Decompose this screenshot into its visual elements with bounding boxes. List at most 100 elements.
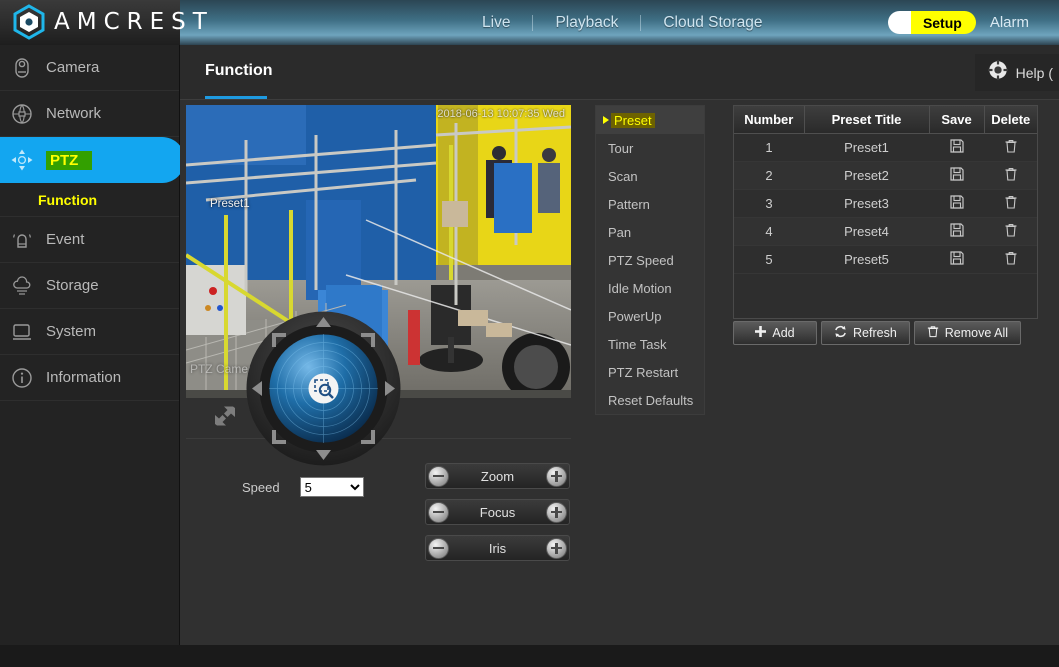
column-header-preset-title: Preset Title	[804, 106, 930, 134]
cell-save	[929, 245, 984, 274]
sidebar-item-storage[interactable]: Storage	[0, 263, 179, 309]
camera-icon	[10, 56, 34, 80]
sidebar-item-label: Event	[46, 231, 85, 248]
cell-preset-title[interactable]: Preset1	[804, 133, 929, 162]
focus-control-row: Focus	[425, 499, 570, 525]
amcrest-hexagon-logo	[12, 4, 46, 40]
iris-label: Iris	[488, 540, 507, 556]
function-item-idle-motion[interactable]: Idle Motion	[596, 274, 704, 302]
add-button-label: Add	[772, 326, 795, 340]
trash-delete-icon[interactable]	[1004, 167, 1018, 184]
refresh-button-label: Refresh	[853, 326, 897, 340]
nav-link-playback[interactable]: Playback	[533, 14, 640, 32]
cell-preset-title[interactable]: Preset5	[804, 245, 929, 274]
ptz-joystick-dpad[interactable]	[246, 311, 401, 466]
cell-preset-title[interactable]: Preset2	[804, 161, 929, 190]
sidebar-item-event[interactable]: Event	[0, 217, 179, 263]
trash-delete-icon[interactable]	[1004, 251, 1018, 268]
cell-save	[929, 189, 984, 218]
monitor-icon	[10, 320, 34, 344]
sidebar-subitem-function[interactable]: Function	[0, 183, 179, 217]
function-item-tour[interactable]: Tour	[596, 134, 704, 162]
floppy-save-icon[interactable]	[949, 166, 964, 184]
cell-save	[929, 133, 984, 162]
remove-all-button[interactable]: Remove All	[913, 321, 1022, 345]
function-item-scan[interactable]: Scan	[596, 162, 704, 190]
video-timestamp-osd: 2018-06-13 10:07:35 Wed	[437, 108, 565, 120]
zoom-control-row: Zoom	[425, 463, 570, 489]
setup-button[interactable]: Setup	[887, 11, 976, 34]
floppy-save-icon[interactable]	[949, 222, 964, 240]
iris-control-row: Iris	[425, 535, 570, 561]
column-header-delete: Delete	[984, 106, 1037, 134]
alarm-link[interactable]: Alarm	[990, 14, 1049, 31]
sidebar-item-label: Network	[46, 105, 102, 122]
cell-number: 5	[734, 245, 804, 274]
fullscreen-expand-icon[interactable]	[214, 405, 236, 427]
function-item-pattern[interactable]: Pattern	[596, 190, 704, 218]
cell-delete	[984, 133, 1037, 162]
function-item-pan[interactable]: Pan	[596, 218, 704, 246]
function-item-label: Tour	[608, 140, 634, 156]
nav-link-live[interactable]: Live	[460, 14, 532, 32]
iris-plus-button[interactable]	[546, 537, 567, 559]
table-row[interactable]: 5 Preset5	[734, 245, 1037, 274]
floppy-save-icon[interactable]	[949, 194, 964, 212]
selected-arrow-icon	[603, 116, 609, 124]
function-item-label: PowerUp	[608, 308, 662, 324]
add-button[interactable]: Add	[733, 321, 817, 345]
iris-minus-button[interactable]	[428, 537, 449, 559]
floppy-save-icon[interactable]	[949, 138, 964, 156]
cell-preset-title[interactable]: Preset3	[804, 189, 929, 218]
table-row[interactable]: 4 Preset4	[734, 217, 1037, 246]
plus-icon	[755, 326, 767, 340]
function-item-time-task[interactable]: Time Task	[596, 330, 704, 358]
speed-select[interactable]: 5	[299, 477, 364, 497]
top-header: AMCREST Live Playback Cloud Storage Setu…	[0, 0, 1059, 45]
focus-minus-button[interactable]	[428, 501, 449, 523]
sidebar-item-camera[interactable]: Camera	[0, 45, 179, 91]
table-row[interactable]: 2 Preset2	[734, 161, 1037, 190]
table-row[interactable]: 3 Preset3	[734, 189, 1037, 218]
cell-preset-title[interactable]: Preset4	[804, 217, 929, 246]
function-item-preset[interactable]: Preset	[596, 106, 704, 134]
footer-bar-left	[0, 645, 180, 667]
trash-delete-icon[interactable]	[1004, 223, 1018, 240]
function-menu: Preset Tour Scan Pattern Pan PTZ Speed I…	[595, 105, 705, 415]
sidebar-subitem-label: Function	[38, 191, 98, 208]
trash-delete-icon[interactable]	[1004, 195, 1018, 212]
function-item-label: Pattern	[608, 196, 650, 212]
table-header-row: Number Preset Title Save Delete	[734, 106, 1037, 134]
floppy-save-icon[interactable]	[949, 250, 964, 268]
help-button[interactable]: Help (	[974, 54, 1059, 91]
function-item-ptz-restart[interactable]: PTZ Restart	[596, 358, 704, 386]
network-globe-icon	[10, 102, 34, 126]
info-circle-icon	[10, 366, 34, 390]
function-item-label: Time Task	[608, 336, 667, 352]
help-label: Help (	[1015, 64, 1053, 81]
sidebar-item-label: Camera	[46, 59, 100, 76]
zoom-minus-button[interactable]	[428, 465, 449, 487]
cell-number: 2	[734, 161, 804, 190]
sidebar-item-system[interactable]: System	[0, 309, 179, 355]
column-header-save: Save	[929, 106, 985, 134]
function-item-ptz-speed[interactable]: PTZ Speed	[596, 246, 704, 274]
sidebar-item-ptz[interactable]: PTZ	[0, 137, 185, 183]
focus-plus-button[interactable]	[546, 501, 567, 523]
nav-link-cloud-storage[interactable]: Cloud Storage	[641, 14, 784, 32]
page-title: Function	[205, 62, 273, 79]
cell-number: 3	[734, 189, 804, 218]
function-item-reset-defaults[interactable]: Reset Defaults	[596, 386, 704, 414]
sidebar-item-network[interactable]: Network	[0, 91, 179, 137]
sidebar-item-information[interactable]: Information	[0, 355, 179, 401]
zoom-label: Zoom	[480, 468, 515, 484]
table-row[interactable]: 1 Preset1	[734, 133, 1037, 162]
ptz-speed-row: Speed 5	[242, 477, 364, 497]
brand-logo[interactable]: AMCREST	[12, 4, 214, 40]
zoom-plus-button[interactable]	[546, 465, 567, 487]
function-item-label: Reset Defaults	[608, 392, 694, 408]
refresh-button[interactable]: Refresh	[821, 321, 910, 345]
function-item-powerup[interactable]: PowerUp	[596, 302, 704, 330]
trash-delete-icon[interactable]	[1004, 139, 1018, 156]
focus-label: Focus	[479, 504, 516, 520]
